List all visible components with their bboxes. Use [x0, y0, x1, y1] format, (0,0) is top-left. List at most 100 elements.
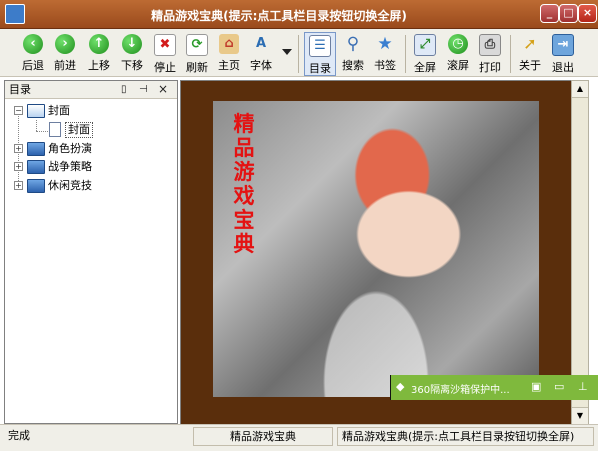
expand-icon[interactable]: +: [14, 144, 23, 153]
notification-text: 360隔离沙箱保护中...: [411, 385, 510, 396]
fullscreen-button[interactable]: ⤢ 全屏: [410, 32, 440, 74]
tree-item-label: 休闲竞技: [48, 179, 92, 192]
clock-icon: ◷: [448, 34, 468, 54]
forward-label: 前进: [54, 59, 76, 72]
back-arrow-icon: ‹: [23, 34, 43, 54]
folder-icon[interactable]: ▭: [554, 381, 566, 393]
close-button[interactable]: ×: [578, 4, 597, 23]
exit-button[interactable]: ⇥ 退出: [548, 32, 578, 74]
refresh-button[interactable]: ⟳ 刷新: [182, 32, 212, 74]
panel-close-icon[interactable]: ×: [158, 81, 168, 98]
toc-icon: ☰: [309, 35, 331, 57]
tree-item-cover[interactable]: − 封面: [14, 102, 164, 119]
back-label: 后退: [22, 59, 44, 72]
shield-icon: ◆: [396, 380, 405, 393]
scroll-button[interactable]: ◷ 滚屏: [443, 32, 473, 74]
tree-item-label: 封面: [48, 104, 70, 117]
about-label: 关于: [519, 59, 541, 72]
move-up-button[interactable]: ↑ 上移: [84, 32, 114, 74]
window-title: 精品游戏宝典(提示:点工具栏目录按钮切换全屏): [151, 9, 407, 23]
tree-item-cover-page[interactable]: 封面: [41, 121, 161, 138]
expand-icon[interactable]: +: [14, 181, 23, 190]
exit-label: 退出: [552, 61, 574, 74]
toc-button[interactable]: ☰ 目录: [304, 32, 336, 76]
status-middle: 精品游戏宝典: [193, 427, 333, 446]
fullscreen-icon: ⤢: [414, 34, 436, 56]
stop-icon: ✖: [154, 34, 176, 56]
move-down-button[interactable]: ↓ 下移: [117, 32, 147, 74]
refresh-icon: ⟳: [186, 34, 208, 56]
dock-icon[interactable]: ⊣: [139, 81, 148, 98]
cover-image: [213, 101, 539, 397]
star-icon: ★: [377, 34, 393, 54]
book-icon: [27, 160, 45, 174]
toolbar: ‹ 后退 › 前进 ↑ 上移 ↓ 下移 ✖ 停止 ⟳ 刷新 ⌂ 主页 A 字体 …: [0, 29, 598, 77]
status-bar: 完成 精品游戏宝典 精品游戏宝典(提示:点工具栏目录按钮切换全屏): [0, 424, 598, 451]
open-book-icon: [27, 104, 45, 118]
toc-header: 目录 ▯ ⊣ ×: [5, 81, 177, 99]
font-label: 字体: [250, 59, 272, 72]
title-bar: 精品游戏宝典(提示:点工具栏目录按钮切换全屏) _ □ ×: [0, 0, 598, 29]
tree-item-label: 战争策略: [48, 160, 92, 173]
sandbox-icon[interactable]: ▣: [531, 381, 543, 393]
bookmark-button[interactable]: ★ 书签: [370, 32, 400, 74]
collapse-icon[interactable]: −: [14, 106, 23, 115]
toc-panel: 目录 ▯ ⊣ × − 封面 封面 + 角色扮演 + 战争策略 + 休闲竞技: [4, 80, 178, 424]
down-label: 下移: [121, 59, 143, 72]
search-label: 搜索: [342, 59, 364, 72]
about-button[interactable]: ➚ 关于: [515, 32, 545, 74]
font-icon: A: [251, 34, 271, 54]
vertical-scrollbar[interactable]: ▲ ▼: [571, 80, 589, 425]
tree-item-label: 封面: [65, 122, 93, 138]
back-button[interactable]: ‹ 后退: [18, 32, 48, 74]
print-label: 打印: [479, 61, 501, 74]
fullscreen-label: 全屏: [414, 61, 436, 74]
print-button[interactable]: ⎙ 打印: [475, 32, 505, 74]
content-area: 精品游戏宝典: [180, 80, 572, 425]
minimize-button[interactable]: _: [540, 4, 559, 23]
stop-button[interactable]: ✖ 停止: [150, 32, 180, 74]
refresh-label: 刷新: [186, 61, 208, 74]
scroll-label: 滚屏: [447, 59, 469, 72]
cover-title: 精品游戏宝典: [233, 111, 255, 256]
tree-connector: [36, 120, 37, 131]
pin-icon[interactable]: ⊥: [578, 381, 590, 393]
font-button[interactable]: A 字体: [246, 32, 276, 74]
search-button[interactable]: ⚲ 搜索: [338, 32, 368, 74]
forward-button[interactable]: › 前进: [50, 32, 80, 74]
pin-icon[interactable]: ▯: [121, 81, 127, 98]
down-arrow-icon: ↓: [122, 34, 142, 54]
scroll-down-icon[interactable]: ▼: [572, 407, 588, 424]
printer-icon: ⎙: [479, 34, 501, 56]
search-icon: ⚲: [346, 34, 360, 54]
book-icon: [27, 179, 45, 193]
bookmark-label: 书签: [374, 59, 396, 72]
toolbar-separator: [298, 35, 299, 73]
toc-label: 目录: [309, 62, 331, 75]
book-icon: [27, 142, 45, 156]
home-icon: ⌂: [219, 34, 239, 54]
home-button[interactable]: ⌂ 主页: [214, 32, 244, 74]
toolbar-separator: [510, 35, 511, 73]
font-dropdown-icon[interactable]: [282, 49, 292, 55]
tree-item-rpg[interactable]: + 角色扮演: [14, 140, 164, 157]
up-label: 上移: [88, 59, 110, 72]
stop-label: 停止: [154, 61, 176, 74]
toolbar-separator: [405, 35, 406, 73]
toc-title: 目录: [9, 83, 31, 96]
pointer-icon: ➚: [523, 34, 537, 53]
exit-door-icon: ⇥: [552, 34, 574, 56]
maximize-button[interactable]: □: [559, 4, 578, 23]
forward-arrow-icon: ›: [55, 34, 75, 54]
status-right: 精品游戏宝典(提示:点工具栏目录按钮切换全屏): [337, 427, 594, 446]
expand-icon[interactable]: +: [14, 162, 23, 171]
tree-item-casual[interactable]: + 休闲竞技: [14, 177, 164, 194]
scroll-up-icon[interactable]: ▲: [572, 81, 588, 98]
tree-item-label: 角色扮演: [48, 142, 92, 155]
tree-item-strategy[interactable]: + 战争策略: [14, 158, 164, 175]
sandbox-notification[interactable]: ◆ 360隔离沙箱保护中... ▣ ▭ ⊥: [391, 375, 598, 400]
up-arrow-icon: ↑: [89, 34, 109, 54]
status-left: 完成: [8, 429, 30, 442]
page-icon: [49, 122, 61, 137]
home-label: 主页: [218, 59, 240, 72]
